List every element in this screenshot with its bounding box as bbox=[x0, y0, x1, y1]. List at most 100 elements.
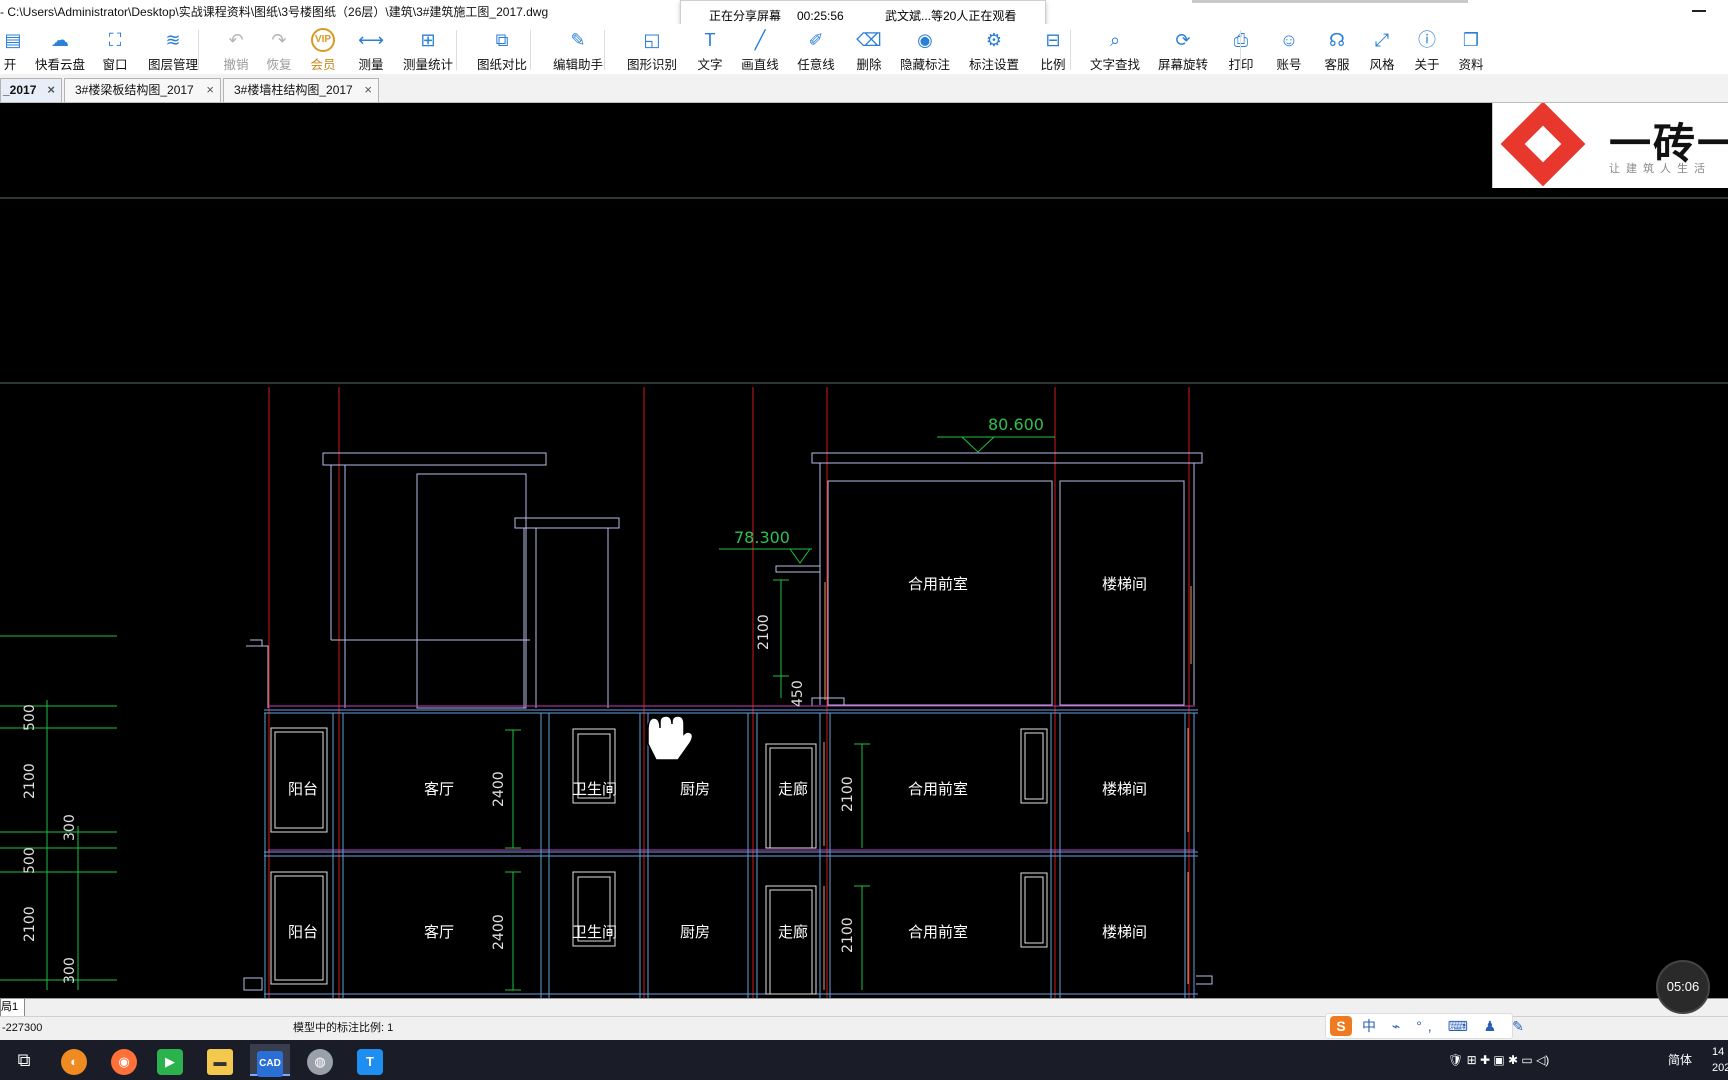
toolbar-button-shape-recognize[interactable]: ◱ 图形识别 bbox=[622, 24, 682, 74]
toolbar-label: 账号 bbox=[1276, 58, 1302, 72]
globe-app-icon[interactable]: ◍ bbox=[300, 1044, 340, 1076]
tray-icons[interactable]: 🛡 ⊞ ✚ ▣ ✱ ▭ ◁) bbox=[1448, 1040, 1549, 1080]
toolbar-button-annotation-settings[interactable]: ⚙ 标注设置 bbox=[964, 24, 1024, 74]
toolbar-label: 屏幕旋转 bbox=[1157, 58, 1208, 72]
room-label-living: 客厅 bbox=[424, 780, 454, 798]
toolbar-button-undo[interactable]: ↶ 撤销 bbox=[218, 24, 254, 74]
left-dim: 500 bbox=[22, 704, 38, 731]
minimize-icon[interactable] bbox=[1692, 10, 1706, 12]
toolbar-label: 窗口 bbox=[102, 58, 128, 72]
toolbar-divider bbox=[198, 30, 199, 70]
room-label-corridor: 走廊 bbox=[778, 780, 808, 798]
line-icon: ╱ bbox=[754, 30, 766, 50]
toolbar-button-headset[interactable]: ☊ 客服 bbox=[1318, 24, 1356, 74]
dim-2100: 2100 bbox=[840, 776, 856, 812]
toolbar-label: 图形识别 bbox=[626, 58, 677, 72]
undo-icon: ↶ bbox=[228, 30, 244, 50]
cad-viewer-icon[interactable]: CAD bbox=[250, 1044, 290, 1077]
room-label-front-room: 合用前室 bbox=[908, 923, 968, 941]
print-icon: ⎙ bbox=[1233, 30, 1249, 50]
close-icon[interactable]: × bbox=[47, 79, 55, 101]
ime-options[interactable]: 中 ⌁ °, ⌨ ♟ ✎ bbox=[1362, 1014, 1530, 1038]
toolbar-button-text[interactable]: T 文字 bbox=[691, 24, 729, 74]
drawing-canvas[interactable]: 80.600 78.300 2100 450 合用前室 楼梯间 阳台 客厅 卫生… bbox=[0, 103, 1728, 998]
file-explorer-icon[interactable]: ▬ bbox=[200, 1044, 240, 1076]
layers-icon: ≋ bbox=[165, 30, 181, 50]
toolbar-button-info[interactable]: ⓘ 关于 bbox=[1408, 24, 1446, 74]
toolbar-label: 开 bbox=[3, 58, 17, 72]
toolbar-button-edit-helper[interactable]: ✎ 编辑助手 bbox=[548, 24, 608, 74]
toolbar-label: 图层管理 bbox=[147, 58, 198, 72]
room-label-bathroom: 卫生间 bbox=[572, 923, 617, 941]
pan-hand-cursor-icon bbox=[647, 715, 694, 761]
toolbar-button-hide-annotation[interactable]: ◉ 隐藏标注 bbox=[895, 24, 955, 74]
info-icon: ⓘ bbox=[1418, 30, 1436, 50]
toolbar-button-measure-stats[interactable]: ⊞ 测量统计 bbox=[398, 24, 458, 74]
toolbar-button-compare[interactable]: ⧉ 图纸对比 bbox=[472, 24, 532, 74]
annotation-settings-icon: ⚙ bbox=[985, 30, 1003, 50]
window-icon: ⛶ bbox=[108, 30, 122, 50]
layout-tab[interactable]: 局1 bbox=[0, 999, 26, 1017]
tab-beam-slab-structure[interactable]: 3#楼梁板结构图_2017 × bbox=[64, 78, 221, 102]
left-dim: 300 bbox=[62, 814, 78, 841]
toolbar-button-print[interactable]: ⎙ 打印 bbox=[1222, 24, 1260, 74]
close-icon[interactable]: × bbox=[206, 79, 214, 101]
toolbar-label: 标注设置 bbox=[968, 58, 1019, 72]
toolbar-button-docs[interactable]: ❒ 资料 bbox=[1452, 24, 1490, 74]
toolbar-divider bbox=[604, 30, 605, 70]
firefox-icon[interactable]: ◉ bbox=[104, 1044, 144, 1076]
left-dim: 2100 bbox=[22, 906, 38, 942]
sogou-ime-icon[interactable]: S bbox=[1330, 1016, 1352, 1036]
toolbar-label: 画直线 bbox=[741, 58, 779, 72]
toolbar-divider bbox=[456, 30, 457, 70]
annotation-scale: 模型中的标注比例: 1 bbox=[293, 1022, 394, 1034]
left-dim: 2100 bbox=[22, 763, 38, 799]
task-view-icon[interactable]: ⧉ bbox=[4, 1044, 44, 1076]
toolbar-label: 任意线 bbox=[797, 58, 835, 72]
tray-clock[interactable]: 14 202 bbox=[1712, 1044, 1728, 1076]
ime-toolbar[interactable]: S 中 ⌁ °, ⌨ ♟ ✎ bbox=[1325, 1013, 1524, 1039]
tab-wall-column-structure[interactable]: 3#楼墙柱结构图_2017 × bbox=[223, 78, 379, 102]
account-icon: ☺ bbox=[1279, 30, 1299, 50]
toolbar-button-style[interactable]: ⤢ 风格 bbox=[1363, 24, 1401, 74]
toolbar-button-rotate[interactable]: ⟳ 屏幕旋转 bbox=[1153, 24, 1213, 74]
logo-slogan: 让建筑人生活 bbox=[1609, 163, 1711, 175]
room-label-stair: 楼梯间 bbox=[1102, 923, 1147, 941]
toolbar-label: 资料 bbox=[1458, 58, 1484, 72]
freehand-icon: ✐ bbox=[808, 30, 824, 50]
toolbar-button-eraser[interactable]: ⌫ 删除 bbox=[849, 24, 889, 74]
media-player-icon[interactable]: ▶ bbox=[150, 1044, 190, 1076]
toolbar-button-freehand[interactable]: ✐ 任意线 bbox=[793, 24, 839, 74]
hide-annotation-icon: ◉ bbox=[917, 30, 933, 50]
toolbar-button-open[interactable]: ▤ 开 bbox=[0, 24, 22, 74]
toolbar-label: 风格 bbox=[1369, 58, 1395, 72]
text-search-icon: ⌕ bbox=[1109, 30, 1121, 50]
close-icon[interactable]: × bbox=[364, 79, 372, 101]
toolbar-button-layers[interactable]: ≋ 图层管理 bbox=[143, 24, 203, 74]
toolbar-label: 关于 bbox=[1414, 58, 1440, 72]
tab-label: _2017 bbox=[3, 83, 37, 97]
toolbar-button-line[interactable]: ╱ 画直线 bbox=[736, 24, 784, 74]
left-dim: 300 bbox=[62, 957, 78, 984]
browser-app-icon[interactable]: ◐ bbox=[54, 1044, 94, 1076]
toolbar-label: 撤销 bbox=[223, 58, 249, 72]
tencent-app-icon[interactable]: T bbox=[350, 1044, 390, 1076]
elevation-mid-label: 78.300 bbox=[734, 528, 790, 547]
toolbar-button-account[interactable]: ☺ 账号 bbox=[1270, 24, 1308, 74]
docs-icon: ❒ bbox=[1462, 30, 1480, 50]
vip-icon: VIP bbox=[311, 28, 335, 52]
recording-timer: 05:06 bbox=[1656, 960, 1710, 1014]
compare-icon: ⧉ bbox=[495, 30, 509, 50]
headset-icon: ☊ bbox=[1329, 30, 1345, 50]
toolbar-label: 会员 bbox=[310, 58, 336, 72]
toolbar-label: 测量 bbox=[358, 58, 384, 72]
toolbar-button-cloud[interactable]: ☁ 快看云盘 bbox=[28, 24, 92, 74]
ime-lang[interactable]: 简体 bbox=[1668, 1040, 1692, 1080]
toolbar-button-vip[interactable]: VIP 会员 bbox=[305, 24, 341, 74]
toolbar-button-text-search[interactable]: ⌕ 文字查找 bbox=[1085, 24, 1145, 74]
toolbar-button-scale[interactable]: ⊟ 比例 bbox=[1034, 24, 1072, 74]
tab-current-drawing[interactable]: _2017 × bbox=[0, 78, 62, 102]
toolbar-button-redo[interactable]: ↷ 恢复 bbox=[261, 24, 297, 74]
toolbar-button-measure[interactable]: ⟷ 测量 bbox=[352, 24, 390, 74]
toolbar-button-window[interactable]: ⛶ 窗口 bbox=[96, 24, 134, 74]
